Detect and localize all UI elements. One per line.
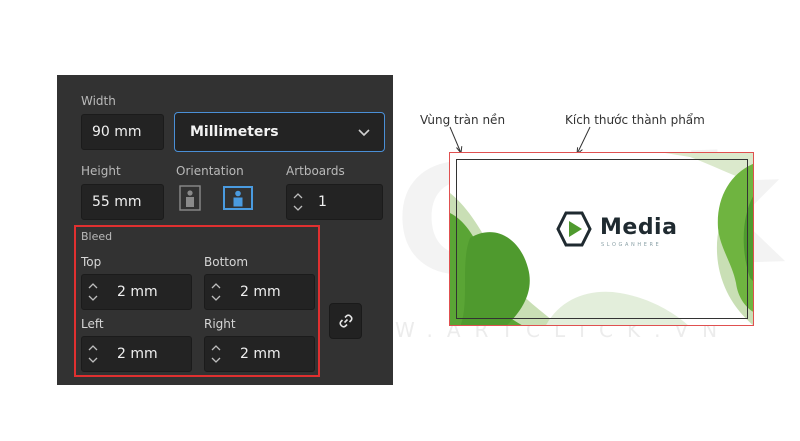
bleed-left-field[interactable]: 2 mm <box>81 336 192 372</box>
play-logo-icon <box>556 211 592 247</box>
bleed-bottom-field[interactable]: 2 mm <box>204 274 315 310</box>
bleed-left-label: Left <box>81 317 104 331</box>
height-label: Height <box>81 164 121 178</box>
width-field[interactable]: 90 mm <box>81 114 164 150</box>
stepper-icon[interactable] <box>211 280 221 304</box>
stepper-icon[interactable] <box>88 280 98 304</box>
bleed-bottom-label: Bottom <box>204 255 249 269</box>
units-value: Millimeters <box>190 124 279 140</box>
width-value: 90 mm <box>92 124 142 140</box>
portrait-orientation-button[interactable] <box>179 185 201 211</box>
stepper-icon[interactable] <box>88 342 98 366</box>
landscape-orientation-button[interactable] <box>223 185 253 211</box>
stepper-icon[interactable] <box>293 190 303 214</box>
width-label: Width <box>81 94 116 108</box>
bleed-top-field[interactable]: 2 mm <box>81 274 192 310</box>
stepper-icon[interactable] <box>211 342 221 366</box>
artboards-label: Artboards <box>286 164 345 178</box>
orientation-label: Orientation <box>176 164 244 178</box>
artboards-field[interactable]: 1 <box>286 184 383 220</box>
card-slogan: SLOGANHERE <box>601 242 662 248</box>
bleed-label: Bleed <box>81 230 113 243</box>
business-card-preview: Media SLOGANHERE <box>449 152 754 326</box>
height-field[interactable]: 55 mm <box>81 184 164 220</box>
bleed-top-value: 2 mm <box>117 284 158 300</box>
chain-link-icon <box>339 314 353 328</box>
card-brand-name: Media <box>600 215 678 240</box>
bleed-left-value: 2 mm <box>117 346 158 362</box>
units-dropdown[interactable]: Millimeters <box>174 112 385 152</box>
bleed-top-label: Top <box>81 255 102 269</box>
landscape-icon <box>223 186 253 210</box>
link-bleed-button[interactable] <box>329 303 362 339</box>
chevron-down-icon <box>358 129 370 137</box>
bleed-right-value: 2 mm <box>240 346 281 362</box>
portrait-icon <box>179 185 201 211</box>
document-settings-panel: Width 90 mm Millimeters Height 55 mm Ori… <box>57 75 393 385</box>
bleed-right-label: Right <box>204 317 236 331</box>
artboards-value: 1 <box>318 194 327 210</box>
height-value: 55 mm <box>92 194 142 210</box>
bleed-right-field[interactable]: 2 mm <box>204 336 315 372</box>
bleed-boundary: Media SLOGANHERE <box>449 152 754 326</box>
bleed-bottom-value: 2 mm <box>240 284 281 300</box>
